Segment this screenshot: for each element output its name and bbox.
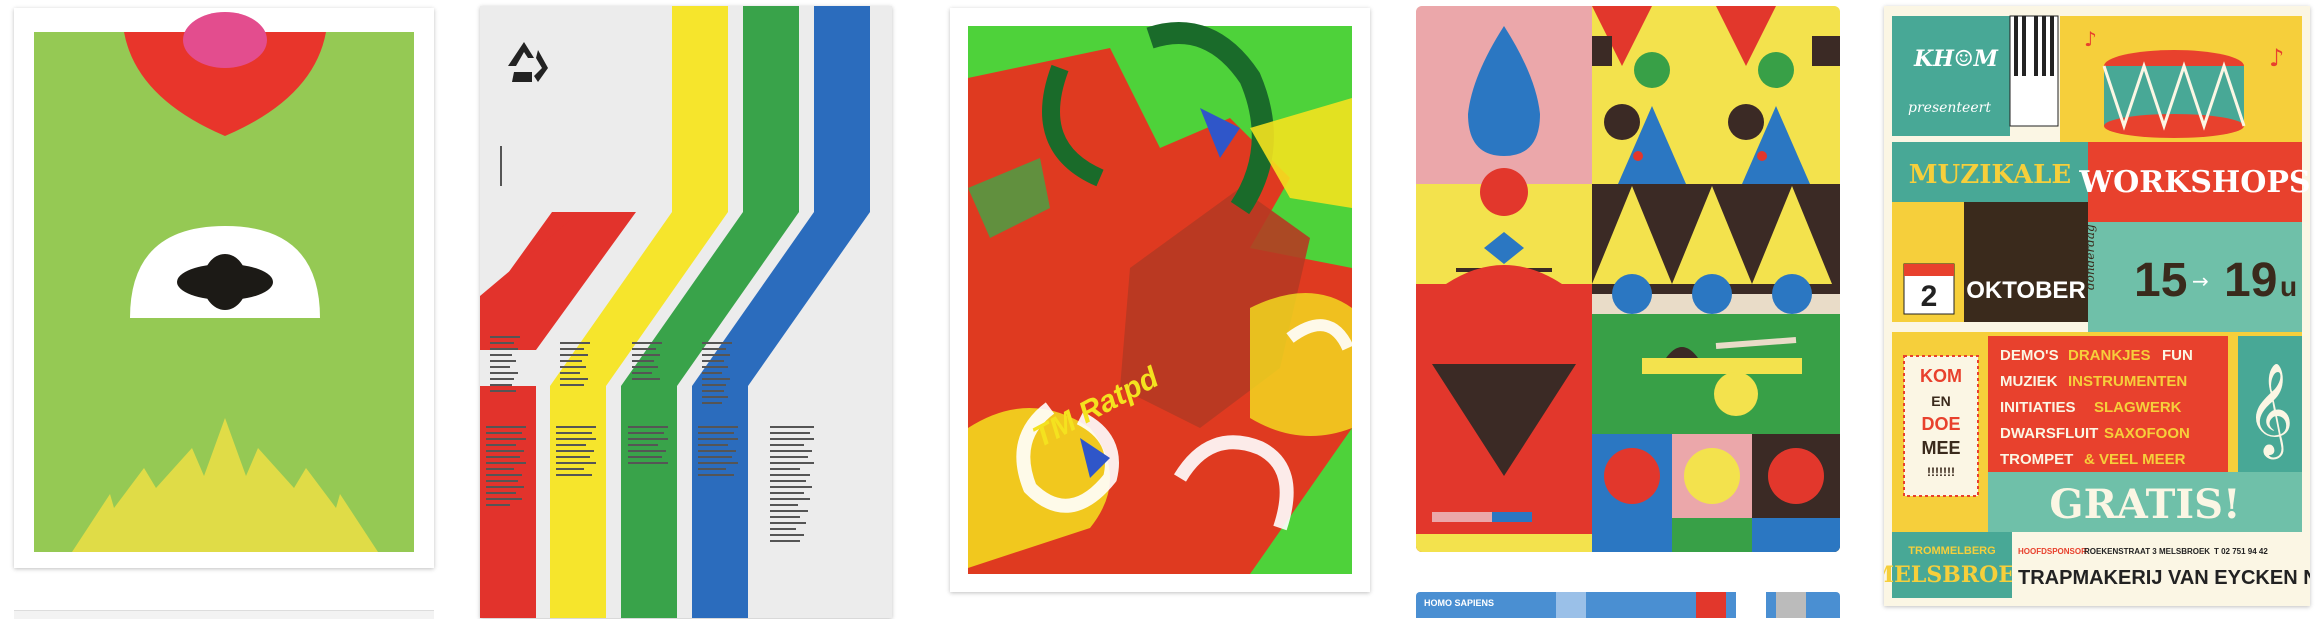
workshops-title-right: WORKSHOPS xyxy=(2078,165,2310,200)
workshops-phone: T 02 751 94 42 xyxy=(2214,547,2268,556)
list-line-1-a: DEMO'S xyxy=(2000,347,2059,364)
workshops-town-top: TROMMELBERG xyxy=(1908,545,1995,557)
workshops-exclaim: !!!!!!! xyxy=(1927,465,1955,479)
workshops-presents: presenteert xyxy=(1908,100,1991,116)
poster-recycling-stripes[interactable] xyxy=(480,6,892,618)
workshops-weekday: donderdag xyxy=(2083,224,2097,290)
recycle-icon xyxy=(508,42,548,82)
list-line-5-b: & VEEL MEER xyxy=(2084,451,2186,468)
workshops-doe: DOE xyxy=(1921,414,1960,434)
list-line-1-c: FUN xyxy=(2162,347,2193,364)
poster-ratpd-typography[interactable]: TM Ratpd xyxy=(950,8,1370,592)
list-line-3-a: INITIATIES xyxy=(2000,399,2076,416)
list-line-2-b: INSTRUMENTEN xyxy=(2068,373,2187,390)
list-line-1-b: DRANKJES xyxy=(2068,347,2151,364)
list-line-4-b: SAXOFOON xyxy=(2104,425,2190,442)
ratpd-artwork: TM Ratpd xyxy=(968,22,1354,574)
workshops-gratis: GRATIS! xyxy=(2049,481,2240,528)
workshops-artwork: ♪ ♪ KH☺M presenteert MUZIKALE WORKSHOPS … xyxy=(1884,6,2310,606)
poster-green-face[interactable] xyxy=(14,8,434,568)
workshops-sponsor: TRAPMAKERIJ VAN EYCKEN NV xyxy=(2018,567,2310,589)
list-line-4-a: DWARSFLUIT xyxy=(2000,425,2098,442)
workshops-month: OKTOBER xyxy=(1966,277,2086,304)
svg-text:→: → xyxy=(2192,269,2209,293)
workshops-time-to: 19 xyxy=(2224,254,2277,307)
list-line-3-b: SLAGWERK xyxy=(2094,399,2182,416)
svg-text:♪: ♪ xyxy=(2269,44,2284,72)
workshops-time-from: 15 xyxy=(2134,254,2187,307)
workshops-logo: KH☺M xyxy=(1913,46,1999,72)
poster-geometric-shapes[interactable] xyxy=(1416,6,1840,552)
geometric-artwork xyxy=(1416,6,1840,552)
svg-text:♪: ♪ xyxy=(2084,27,2097,51)
workshops-kom: KOM xyxy=(1920,366,1962,386)
list-line-2-a: MUZIEK xyxy=(2000,373,2058,390)
bottom-strip-brand: HOMO SAPIENS xyxy=(1424,598,1495,608)
poster-bottom-strip[interactable]: HOMO SAPIENS xyxy=(1416,592,1840,618)
workshops-address: ROEKENSTRAAT 3 MELSBROEK xyxy=(2084,547,2210,556)
workshops-day-number: 2 xyxy=(1921,280,1938,313)
workshops-time-unit: u xyxy=(2280,271,2297,302)
green-face-artwork xyxy=(34,12,414,552)
recycling-artwork xyxy=(480,6,870,618)
svg-text:𝄞: 𝄞 xyxy=(2246,362,2293,459)
workshops-title-left: MUZIKALE xyxy=(1909,160,2071,190)
poster-muzikale-workshops[interactable]: ♪ ♪ KH☺M presenteert MUZIKALE WORKSHOPS … xyxy=(1884,6,2310,606)
workshops-en: EN xyxy=(1931,393,1950,409)
workshops-sponsor-label: HOOFDSPONSOR xyxy=(2018,547,2087,556)
list-line-5-a: TROMPET xyxy=(2000,451,2073,468)
workshops-mee: MEE xyxy=(1921,438,1960,458)
